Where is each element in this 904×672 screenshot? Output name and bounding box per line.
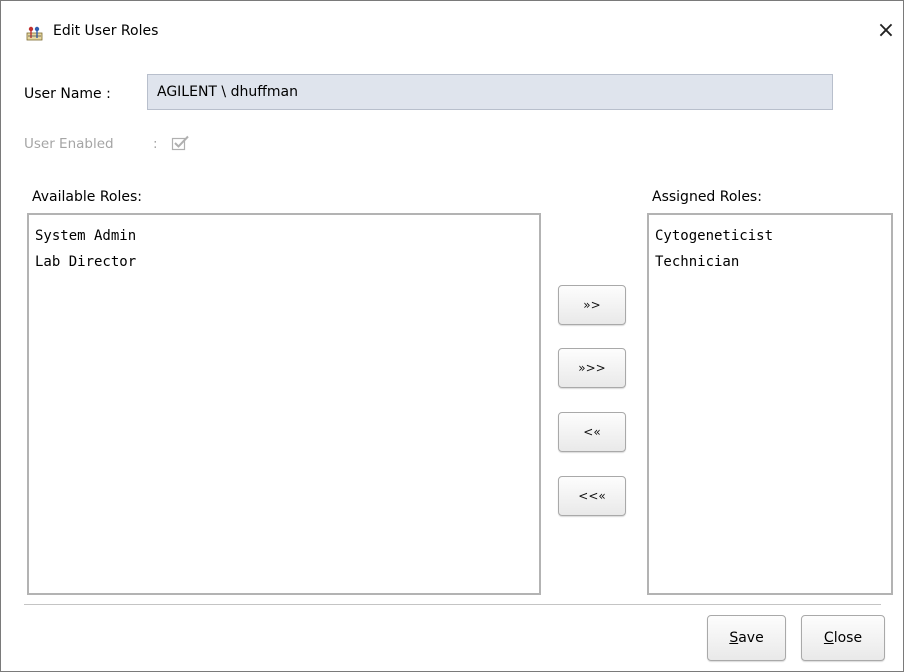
add-role-button[interactable]: »> — [558, 285, 626, 325]
save-button[interactable]: Save — [707, 615, 786, 661]
close-label: lose — [833, 630, 863, 646]
close-button[interactable]: Close — [801, 615, 885, 661]
save-label: ave — [738, 630, 764, 646]
user-name-label: User Name : — [24, 86, 111, 102]
checkmark-icon — [171, 135, 189, 151]
remove-all-roles-button[interactable]: <<« — [558, 476, 626, 516]
user-enabled-label: User Enabled — [24, 136, 114, 152]
assigned-roles-label: Assigned Roles: — [652, 189, 762, 205]
add-all-roles-button[interactable]: »>> — [558, 348, 626, 388]
title-bar: Edit User Roles × — [1, 1, 903, 63]
window-title: Edit User Roles — [53, 23, 159, 39]
edit-user-roles-dialog: Edit User Roles × User Name : AGILENT \ … — [0, 0, 904, 672]
available-roles-list[interactable]: System Admin Lab Director — [27, 213, 541, 595]
footer-divider — [24, 604, 881, 605]
available-roles-label: Available Roles: — [32, 189, 142, 205]
list-item[interactable]: Technician — [655, 249, 891, 275]
close-icon[interactable]: × — [875, 20, 897, 42]
user-enabled-checkbox — [171, 134, 191, 152]
close-mnemonic: C — [823, 630, 834, 646]
user-enabled-colon: : — [153, 136, 158, 152]
list-item[interactable]: Lab Director — [35, 249, 539, 275]
assigned-roles-list[interactable]: Cytogeneticist Technician — [647, 213, 893, 595]
user-name-field: AGILENT \ dhuffman — [147, 74, 833, 110]
app-icon — [26, 24, 43, 41]
list-item[interactable]: Cytogeneticist — [655, 223, 891, 249]
save-mnemonic: S — [729, 630, 739, 646]
remove-role-button[interactable]: <« — [558, 412, 626, 452]
list-item[interactable]: System Admin — [35, 223, 539, 249]
